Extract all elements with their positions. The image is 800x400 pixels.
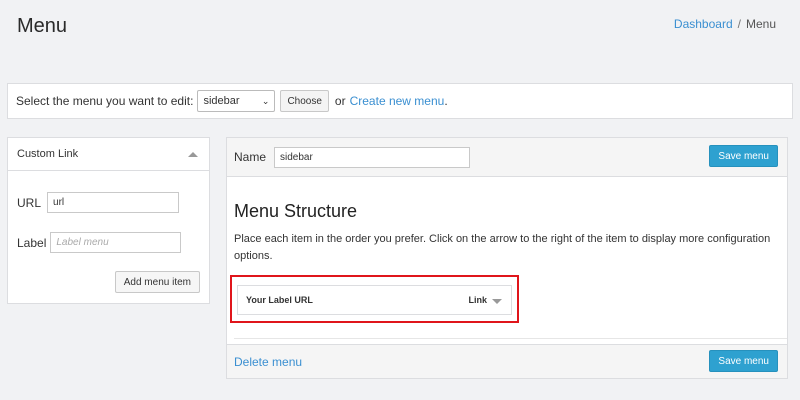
- name-label: Name: [234, 150, 267, 164]
- menu-item-label: Your Label URL: [246, 295, 313, 305]
- divider: [234, 338, 787, 339]
- menu-structure-description: Place each item in the order you prefer.…: [234, 233, 771, 262]
- menu-item-type: Link: [468, 295, 487, 305]
- label-input[interactable]: [50, 232, 182, 253]
- menu-structure-title: Menu Structure: [234, 201, 358, 221]
- menu-item[interactable]: Your Label URL Link: [237, 285, 512, 315]
- breadcrumb: Dashboard / Menu: [674, 17, 776, 31]
- label-label: Label: [17, 235, 47, 250]
- custom-link-title: Custom Link: [17, 148, 79, 160]
- menu-select-label: Select the menu you want to edit:: [16, 94, 194, 108]
- save-menu-button-bottom[interactable]: Save menu: [709, 350, 778, 372]
- menu-item-type-group: Link: [468, 295, 502, 305]
- page-title: Menu: [17, 15, 68, 37]
- add-menu-item-button[interactable]: Add menu item: [114, 271, 200, 293]
- collapse-caret-icon[interactable]: [188, 151, 198, 157]
- period-text: .: [444, 94, 448, 108]
- url-label: URL: [17, 195, 42, 210]
- delete-menu-link[interactable]: Delete menu: [234, 355, 302, 369]
- save-menu-button-top[interactable]: Save menu: [709, 145, 778, 167]
- menu-structure-panel: Name Save menu Menu Structure Place each…: [226, 137, 788, 379]
- choose-button[interactable]: Choose: [280, 90, 329, 112]
- menu-panel-footer: Delete menu Save menu: [227, 344, 787, 378]
- breadcrumb-current: Menu: [745, 17, 776, 31]
- menu-select-dropdown[interactable]: sidebar ⌄: [197, 90, 276, 112]
- url-row: URL: [17, 192, 180, 213]
- menu-name-header: Name Save menu: [227, 138, 787, 177]
- create-new-menu-link[interactable]: Create new menu: [350, 94, 445, 108]
- menu-select-value: sidebar: [203, 95, 240, 107]
- label-row: Label: [17, 232, 182, 253]
- custom-link-header[interactable]: Custom Link: [8, 138, 209, 171]
- chevron-down-icon: ⌄: [261, 95, 270, 106]
- menu-name-input[interactable]: [274, 146, 471, 168]
- or-text: or: [334, 94, 346, 108]
- breadcrumb-separator: /: [737, 17, 741, 31]
- breadcrumb-dashboard-link[interactable]: Dashboard: [674, 17, 733, 31]
- custom-link-panel: Custom Link URL Label Add menu item: [7, 137, 210, 304]
- url-input[interactable]: [47, 192, 180, 213]
- expand-arrow-icon[interactable]: [492, 298, 502, 304]
- menu-select-bar: Select the menu you want to edit: sideba…: [7, 83, 793, 119]
